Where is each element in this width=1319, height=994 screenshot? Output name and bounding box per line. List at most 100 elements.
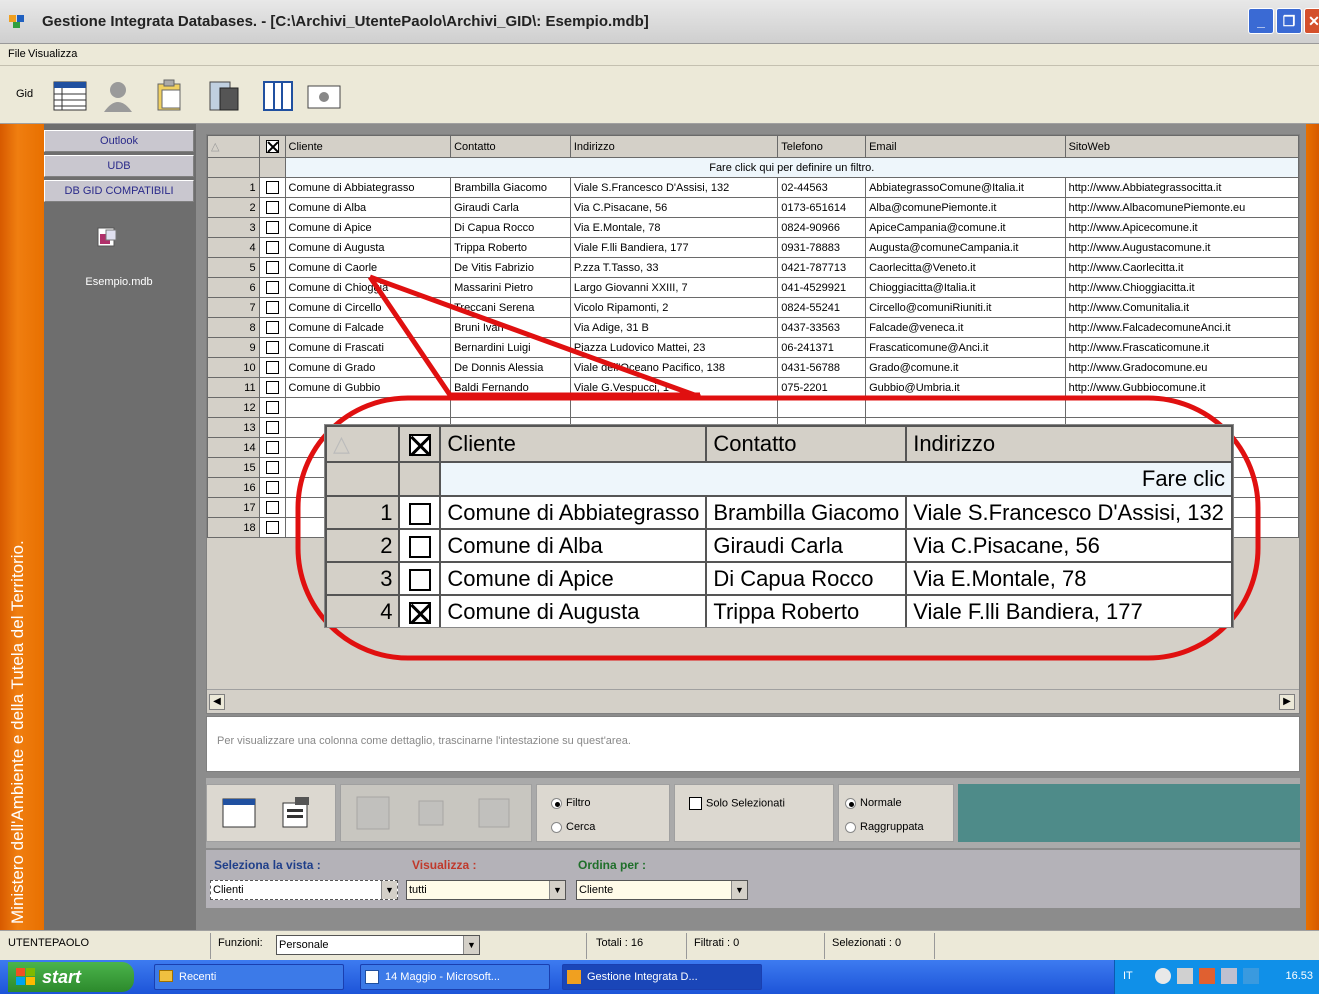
- task-word[interactable]: 14 Maggio - Microsoft...: [360, 964, 550, 990]
- cell-cliente: Comune di Grado: [284, 357, 452, 378]
- table-row[interactable]: 7 Comune di Circello Treccani Serena Vicolo…: [207, 297, 1299, 318]
- visualizza-select[interactable]: tutti ▼: [406, 880, 566, 900]
- user-icon[interactable]: [100, 78, 136, 114]
- update-icon[interactable]: [1243, 968, 1259, 984]
- database-file-icon[interactable]: [96, 226, 118, 248]
- status-bar: UTENTEPAOLO Funzioni: Personale ▼ Totali …: [0, 930, 1319, 960]
- column-header-indirizzo[interactable]: Indirizzo: [569, 135, 779, 158]
- layout-a-icon[interactable]: [355, 795, 391, 831]
- table-row[interactable]: 1 Comune di Abbiategrasso Brambilla Giacom…: [207, 177, 1299, 198]
- cell-email: Alba@comunePiemonte.it: [865, 197, 1066, 218]
- layout-c-icon[interactable]: [477, 797, 511, 829]
- edit-record-icon[interactable]: [277, 795, 313, 831]
- cell-contatto: Massarini Pietro: [450, 277, 571, 298]
- table-row[interactable]: 4 Comune di Augusta Trippa Roberto Viale F.…: [207, 237, 1299, 258]
- zoom-row-number: 2: [325, 528, 401, 563]
- row-checkbox[interactable]: [258, 337, 286, 358]
- table-row[interactable]: 11 Comune di Gubbio Baldi Fernando Viale G.…: [207, 377, 1299, 398]
- cerca-radio[interactable]: Cerca: [551, 821, 595, 833]
- volume-icon[interactable]: [1177, 968, 1193, 984]
- raggruppata-radio[interactable]: Raggruppata: [845, 821, 924, 833]
- normale-radio[interactable]: Normale: [845, 797, 902, 809]
- row-checkbox[interactable]: [258, 257, 286, 278]
- column-header-sitoweb[interactable]: SitoWeb: [1064, 135, 1299, 158]
- start-button[interactable]: start: [8, 962, 134, 992]
- scroll-right-icon[interactable]: ▶: [1279, 694, 1295, 710]
- solo-selezionati-checkbox[interactable]: Solo Selezionati: [689, 797, 785, 810]
- row-checkbox[interactable]: [258, 237, 286, 258]
- zoom-cell-contatto: Giraudi Carla: [705, 528, 908, 563]
- row-checkbox[interactable]: [258, 357, 286, 378]
- export-icon[interactable]: [306, 78, 342, 114]
- table-row[interactable]: 9 Comune di Frascati Bernardini Luigi Piazz…: [207, 337, 1299, 358]
- cell-telefono: 0824-55241: [777, 297, 867, 318]
- table-row[interactable]: 10 Comune di Grado De Donnis Alessia Viale …: [207, 357, 1299, 378]
- funzioni-select[interactable]: Personale ▼: [276, 935, 480, 955]
- table-view-icon[interactable]: [52, 78, 88, 114]
- sidebar-item-udb[interactable]: UDB: [44, 155, 194, 177]
- row-checkbox[interactable]: [258, 457, 286, 478]
- table-row[interactable]: 12: [207, 397, 1299, 418]
- security-icon[interactable]: [1199, 968, 1215, 984]
- horizontal-scrollbar[interactable]: ◀ ▶: [207, 689, 1299, 713]
- table-row[interactable]: 6 Comune di Chioggia Massarini Pietro Largo…: [207, 277, 1299, 298]
- maximize-button[interactable]: ❐: [1276, 8, 1302, 34]
- ordina-select[interactable]: Cliente ▼: [576, 880, 748, 900]
- table-row[interactable]: 3 Comune di Apice Di Capua Rocco Via E.Mont…: [207, 217, 1299, 238]
- column-header-telefono[interactable]: Telefono: [777, 135, 867, 158]
- zoom-row-checkbox: [398, 495, 442, 530]
- menu-file[interactable]: File: [8, 48, 26, 60]
- row-checkbox[interactable]: [258, 517, 286, 538]
- columns-icon[interactable]: [260, 78, 296, 114]
- language-icon[interactable]: IT: [1123, 970, 1133, 982]
- select-all-checkbox[interactable]: [258, 135, 286, 158]
- row-checkbox[interactable]: [258, 177, 286, 198]
- sort-corner[interactable]: △: [207, 135, 260, 158]
- row-number: 7: [207, 297, 260, 318]
- row-checkbox[interactable]: [258, 497, 286, 518]
- table-row[interactable]: 8 Comune di Falcade Bruni Ivan Via Adige, 3…: [207, 317, 1299, 338]
- column-header-cliente[interactable]: Cliente: [284, 135, 452, 158]
- column-header-contatto[interactable]: Contatto: [450, 135, 571, 158]
- checkbox: [265, 381, 279, 394]
- table-row[interactable]: 2 Comune di Alba Giraudi Carla Via C.Pisaca…: [207, 197, 1299, 218]
- zoom-header-contatto: Contatto: [705, 425, 908, 463]
- cell-sitoweb: [1064, 397, 1299, 418]
- network-icon[interactable]: [1155, 968, 1171, 984]
- zoom-row: 1 Comune di Abbiategrasso Brambilla Giacom…: [325, 495, 1233, 530]
- filter-row[interactable]: Fare click qui per definire un filtro.: [284, 157, 1299, 178]
- row-checkbox[interactable]: [258, 217, 286, 238]
- vista-select[interactable]: Clienti ▼: [210, 880, 398, 900]
- row-checkbox[interactable]: [258, 377, 286, 398]
- row-checkbox[interactable]: [258, 297, 286, 318]
- row-checkbox[interactable]: [258, 317, 286, 338]
- row-checkbox[interactable]: [258, 197, 286, 218]
- sidebar-item-db-gid[interactable]: DB GID COMPATIBILI: [44, 180, 194, 202]
- form-view-icon[interactable]: [221, 795, 257, 831]
- window-title: Gestione Integrata Databases. - [C:\Arch…: [42, 13, 649, 30]
- sidebar-item-outlook[interactable]: Outlook: [44, 130, 194, 152]
- archive-icon[interactable]: [206, 78, 242, 114]
- detail-drop-area[interactable]: Per visualizzare una colonna come dettag…: [206, 716, 1300, 772]
- checkbox: [265, 481, 279, 494]
- row-checkbox[interactable]: [258, 477, 286, 498]
- row-checkbox[interactable]: [258, 277, 286, 298]
- layout-b-icon[interactable]: [417, 799, 445, 827]
- row-checkbox[interactable]: [258, 437, 286, 458]
- row-checkbox[interactable]: [258, 397, 286, 418]
- close-button[interactable]: ✕: [1304, 8, 1319, 34]
- database-file-label[interactable]: Esempio.mdb: [44, 276, 194, 288]
- clipboard-icon[interactable]: [152, 78, 188, 114]
- minimize-button[interactable]: _: [1248, 8, 1274, 34]
- task-recenti[interactable]: Recenti: [154, 964, 344, 990]
- monitor-icon[interactable]: [1221, 968, 1237, 984]
- menu-view[interactable]: Visualizza: [28, 48, 77, 60]
- column-header-email[interactable]: Email: [865, 135, 1066, 158]
- task-gid[interactable]: Gestione Integrata D...: [562, 964, 762, 990]
- filtro-radio[interactable]: Filtro: [551, 797, 590, 809]
- scroll-left-icon[interactable]: ◀: [209, 694, 225, 710]
- row-checkbox[interactable]: [258, 417, 286, 438]
- table-row[interactable]: 5 Comune di Caorle De Vitis Fabrizio P.zza …: [207, 257, 1299, 278]
- zoom-row: 4 Comune di Augusta Trippa Roberto Viale F.…: [325, 594, 1233, 627]
- cell-telefono: 075-2201: [777, 377, 867, 398]
